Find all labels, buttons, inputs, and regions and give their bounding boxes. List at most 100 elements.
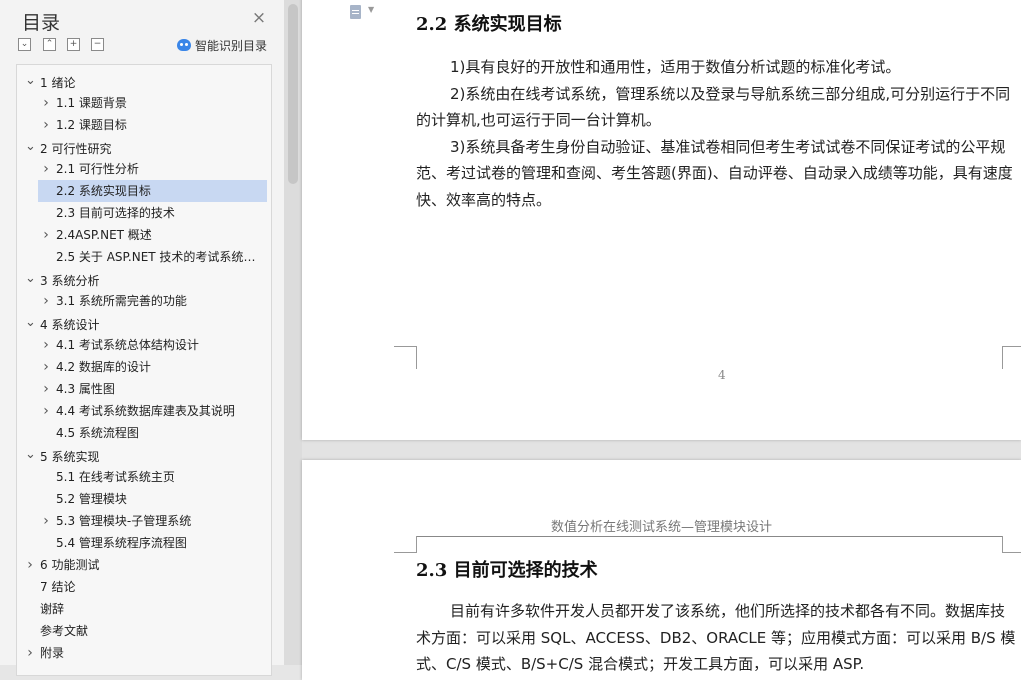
- toc-item-label: 2.4ASP.NET 概述: [56, 228, 152, 242]
- toc-item-label: 4.5 系统流程图: [56, 426, 139, 440]
- crop-mark: [1002, 536, 1021, 553]
- collapse-all-button[interactable]: ⌄: [18, 38, 31, 51]
- page-header: 数值分析在线测试系统—管理模块设计: [550, 520, 772, 535]
- toc-item[interactable]: ›5.4 管理系统程序流程图: [41, 532, 258, 554]
- toc-pane: 目录 × ⌄ ⌃ + − 智能识别目录 ⌄ 1 绪论 › 1.1 课题背景 › 1.2 课…: [0, 0, 284, 676]
- toc-item[interactable]: › 1.1 课题背景: [41, 92, 258, 114]
- toc-item-label: 5 系统实现: [40, 450, 100, 464]
- crop-mark: [394, 536, 417, 553]
- toc-item[interactable]: ›5.1 在线考试系统主页: [41, 466, 258, 488]
- paragraph: 目前有许多软件开发人员都开发了该系统，他们所选择的技术都各有不同。数据库技术方面…: [416, 602, 1016, 673]
- close-icon[interactable]: ×: [250, 9, 268, 27]
- chevron-down-icon[interactable]: ⌄: [25, 444, 36, 466]
- chevron-right-icon[interactable]: ›: [41, 114, 51, 136]
- toc-item-label: 4.3 属性图: [56, 382, 115, 396]
- toc-item[interactable]: ⌄ 4 系统设计: [25, 312, 258, 334]
- toc-item-label: 5.1 在线考试系统主页: [56, 470, 175, 484]
- toc-item-label: 7 结论: [40, 580, 76, 594]
- crop-mark: [1002, 346, 1021, 369]
- paragraph: 2)系统由在线考试系统，管理系统以及登录与导航系统三部分组成,可分别运行于不同的…: [416, 84, 1011, 130]
- toc-item[interactable]: ›谢辞: [25, 598, 258, 620]
- toc-item[interactable]: ⌄ 2 可行性研究: [25, 136, 258, 158]
- toc-item[interactable]: › 3.1 系统所需完善的功能: [41, 290, 258, 312]
- toc-item-label: 4 系统设计: [40, 318, 100, 332]
- toc-item-label: 参考文献: [40, 624, 89, 638]
- toc-item-label: 5.2 管理模块: [56, 492, 127, 506]
- page-menu-icon[interactable]: [350, 5, 361, 19]
- toc-item-label: 2.3 目前可选择的技术: [56, 206, 175, 220]
- toc-item-label: 4.4 考试系统数据库建表及其说明: [56, 404, 235, 418]
- toc-item-label: 1.1 课题背景: [56, 96, 127, 110]
- section-heading: 2.2 系统实现目标: [416, 14, 562, 35]
- chevron-down-icon[interactable]: ⌄: [25, 268, 36, 290]
- section-body: 目前有许多软件开发人员都开发了该系统，他们所选择的技术都各有不同。数据库技术方面…: [416, 598, 1016, 678]
- toc-item-label: 6 功能测试: [40, 558, 100, 572]
- toc-scroll-thumb[interactable]: [288, 4, 298, 184]
- toc-item-label: 4.2 数据库的设计: [56, 360, 151, 374]
- toc-item-label: 5.3 管理模块-子管理系统: [56, 514, 192, 528]
- toc-item-label: 2.5 关于 ASP.NET 技术的考试系统 ...: [56, 250, 258, 264]
- header-rule: [416, 536, 1002, 537]
- toc-item[interactable]: ›2.2 系统实现目标: [38, 180, 267, 202]
- toc-item-label: 1.2 课题目标: [56, 118, 127, 132]
- toc-item[interactable]: › 2.4ASP.NET 概述: [41, 224, 258, 246]
- toc-scrollbar[interactable]: [284, 0, 302, 665]
- toc-item[interactable]: ›参考文献: [25, 620, 258, 642]
- chevron-down-icon[interactable]: ⌄: [25, 136, 36, 158]
- crop-mark: [394, 346, 417, 369]
- document-page: ▼ 2.2 系统实现目标 1)具有良好的开放性和通用性，适用于数值分析试题的标准…: [302, 0, 1021, 440]
- chevron-down-icon[interactable]: ▼: [368, 5, 374, 14]
- toc-item[interactable]: › 1.2 课题目标: [41, 114, 258, 136]
- toc-item[interactable]: › 4.2 数据库的设计: [41, 356, 258, 378]
- chevron-right-icon[interactable]: ›: [41, 356, 51, 378]
- toc-item[interactable]: ›7 结论: [25, 576, 258, 598]
- toc-item-label: 3.1 系统所需完善的功能: [56, 294, 187, 308]
- remove-heading-button[interactable]: −: [91, 38, 104, 51]
- toc-item[interactable]: › 2.1 可行性分析: [41, 158, 258, 180]
- chevron-right-icon[interactable]: ›: [41, 224, 51, 246]
- toc-item[interactable]: ›2.5 关于 ASP.NET 技术的考试系统 ...: [41, 246, 258, 268]
- document-page: 数值分析在线测试系统—管理模块设计 2.3 目前可选择的技术 目前有许多软件开发…: [302, 460, 1021, 680]
- toc-tree: ⌄ 1 绪论 › 1.1 课题背景 › 1.2 课题目标 ⌄ 2 可行性研究 › 2.1 可行性分…: [16, 64, 272, 676]
- toc-item-label: 3 系统分析: [40, 274, 100, 288]
- toc-item-label: 1 绪论: [40, 76, 76, 90]
- chevron-down-icon[interactable]: ⌄: [25, 312, 36, 334]
- toc-item[interactable]: ›2.3 目前可选择的技术: [41, 202, 258, 224]
- toc-item[interactable]: ›4.5 系统流程图: [41, 422, 258, 444]
- toc-item[interactable]: › 6 功能测试: [25, 554, 258, 576]
- chevron-right-icon[interactable]: ›: [25, 642, 35, 664]
- toc-item-label: 附录: [40, 646, 65, 660]
- robot-icon: [177, 39, 191, 51]
- chevron-right-icon[interactable]: ›: [41, 290, 51, 312]
- chevron-right-icon[interactable]: ›: [41, 334, 51, 356]
- chevron-right-icon[interactable]: ›: [41, 378, 51, 400]
- chevron-right-icon[interactable]: ›: [41, 510, 51, 532]
- chevron-down-icon[interactable]: ⌄: [25, 70, 36, 92]
- toc-item-label: 2.1 可行性分析: [56, 162, 139, 176]
- toc-title: 目录: [22, 12, 61, 34]
- toc-item[interactable]: ›5.2 管理模块: [41, 488, 258, 510]
- toc-item-label: 谢辞: [40, 602, 65, 616]
- smart-toc-label: 智能识别目录: [195, 39, 268, 53]
- toc-item[interactable]: › 4.4 考试系统数据库建表及其说明: [41, 400, 258, 422]
- toc-item[interactable]: ⌄ 1 绪论: [25, 70, 258, 92]
- expand-up-button[interactable]: ⌃: [43, 38, 56, 51]
- toc-item-label: 2 可行性研究: [40, 142, 112, 156]
- section-heading: 2.3 目前可选择的技术: [416, 560, 598, 581]
- chevron-right-icon[interactable]: ›: [41, 92, 51, 114]
- smart-toc-button[interactable]: 智能识别目录: [177, 37, 267, 54]
- chevron-right-icon[interactable]: ›: [41, 158, 51, 180]
- toc-item[interactable]: › 附录: [25, 642, 258, 664]
- toc-item-label: 4.1 考试系统总体结构设计: [56, 338, 199, 352]
- toc-item[interactable]: › 5.3 管理模块-子管理系统: [41, 510, 258, 532]
- toc-item[interactable]: › 4.1 考试系统总体结构设计: [41, 334, 258, 356]
- toc-item[interactable]: ⌄ 5 系统实现: [25, 444, 258, 466]
- toc-item[interactable]: ⌄ 3 系统分析: [25, 268, 258, 290]
- document-area: ▼ 2.2 系统实现目标 1)具有良好的开放性和通用性，适用于数值分析试题的标准…: [302, 0, 1021, 680]
- chevron-right-icon[interactable]: ›: [41, 400, 51, 422]
- toc-item-label: 5.4 管理系统程序流程图: [56, 536, 187, 550]
- toc-item[interactable]: › 4.3 属性图: [41, 378, 258, 400]
- section-body: 1)具有良好的开放性和通用性，适用于数值分析试题的标准化考试。 2)系统由在线考…: [416, 54, 1016, 213]
- chevron-right-icon[interactable]: ›: [25, 554, 35, 576]
- add-heading-button[interactable]: +: [67, 38, 80, 51]
